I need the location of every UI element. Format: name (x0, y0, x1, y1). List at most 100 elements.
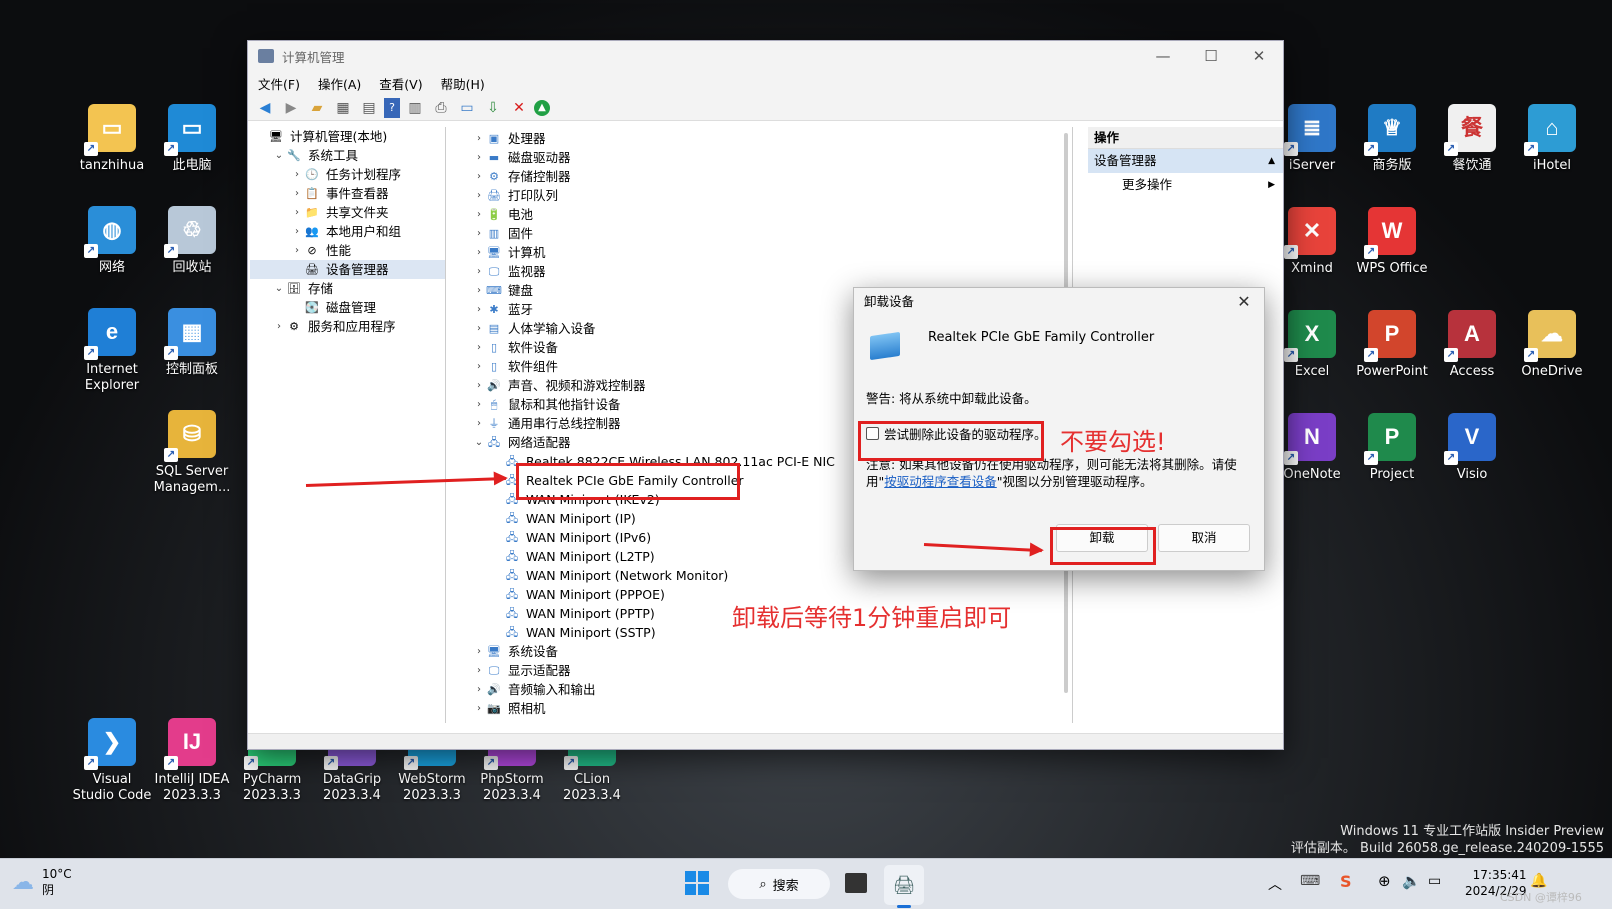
device-item-27[interactable]: › 🖥 系统设备 (448, 642, 1072, 661)
chevron-icon[interactable]: ⌄ (472, 433, 486, 452)
desktop-icon-left-2[interactable]: ◍ ↗ 网络 (70, 206, 154, 276)
desktop-icon-left-0[interactable]: ▭ ↗ tanzhihua (70, 104, 154, 174)
start-icon[interactable] (685, 871, 709, 895)
chevron-icon[interactable]: ⌄ (272, 146, 286, 165)
chevron-icon[interactable]: › (290, 222, 304, 241)
network-icon[interactable]: ⊕ (1378, 872, 1391, 890)
device-item-3[interactable]: › 🖨 打印队列 (448, 186, 1072, 205)
minimize-icon[interactable]: — (1139, 47, 1187, 65)
device-item-30[interactable]: › 📷 照相机 (448, 699, 1072, 718)
chevron-icon[interactable]: › (472, 338, 486, 357)
device-item-2[interactable]: › ⚙ 存储控制器 (448, 167, 1072, 186)
device-item-5[interactable]: › ▥ 固件 (448, 224, 1072, 243)
uninstall-button[interactable]: 卸载 (1056, 524, 1148, 552)
properties-icon[interactable]: ▤ (358, 98, 380, 118)
device-item-29[interactable]: › 🔊 音频输入和输出 (448, 680, 1072, 699)
desktop-icon-right-10[interactable]: A ↗ Access (1430, 310, 1514, 380)
more-actions-item[interactable]: 更多操作 ▶ (1088, 173, 1283, 197)
device-item-7[interactable]: › 🖵 监视器 (448, 262, 1072, 281)
maximize-icon[interactable]: ☐ (1187, 47, 1235, 65)
desktop-icon-bottom-1[interactable]: IJ ↗ IntelliJ IDEA 2023.3.3 (150, 718, 234, 804)
chevron-icon[interactable]: › (472, 642, 486, 661)
tree-item-1[interactable]: ⌄ 🔧 系统工具 (250, 146, 445, 165)
tree-item-2[interactable]: › 🕒 任务计划程序 (250, 165, 445, 184)
back-icon[interactable]: ◀ (254, 98, 276, 118)
desktop-icon-left-3[interactable]: ♲ ↗ 回收站 (150, 206, 234, 276)
tree-item-6[interactable]: › ⊘ 性能 (250, 241, 445, 260)
tree-item-9[interactable]: 💽 磁盘管理 (250, 298, 445, 317)
device-item-6[interactable]: › 🖥 计算机 (448, 243, 1072, 262)
update-driver-icon[interactable]: ⇩ (482, 98, 504, 118)
delete-driver-checkbox-row[interactable]: 尝试删除此设备的驱动程序。 (866, 424, 1047, 443)
chevron-icon[interactable]: › (472, 129, 486, 148)
notification-bell-icon[interactable]: 🔔 (1530, 873, 1547, 889)
chevron-icon[interactable]: › (472, 699, 486, 718)
tree-item-8[interactable]: ⌄ 🗄 存储 (250, 279, 445, 298)
desktop-icon-right-5[interactable]: W ↗ WPS Office (1350, 207, 1434, 277)
cancel-button[interactable]: 取消 (1158, 524, 1250, 552)
chevron-icon[interactable]: › (472, 167, 486, 186)
menu-file[interactable]: 文件(F) (258, 74, 300, 93)
device-item-0[interactable]: › ▣ 处理器 (448, 129, 1072, 148)
desktop-icon-right-1[interactable]: ♕ ↗ 商务版 (1350, 104, 1434, 174)
chevron-icon[interactable]: › (290, 241, 304, 260)
search-box[interactable]: ⌕ 搜索 (728, 869, 830, 899)
chevron-icon[interactable]: › (290, 203, 304, 222)
chevron-icon[interactable]: › (472, 357, 486, 376)
ime-icon[interactable]: ⌨ (1300, 873, 1320, 889)
tree-item-3[interactable]: › 📋 事件查看器 (250, 184, 445, 203)
chevron-icon[interactable]: › (472, 319, 486, 338)
sogou-icon[interactable]: S (1340, 872, 1352, 891)
chevron-icon[interactable]: › (472, 224, 486, 243)
desktop-icon-right-13[interactable]: P ↗ Project (1350, 413, 1434, 483)
device-item-4[interactable]: › 🔋 电池 (448, 205, 1072, 224)
actions-section-device-manager[interactable]: 设备管理器 ▲ (1088, 149, 1283, 173)
collapse-icon[interactable]: ▲ (1268, 149, 1275, 173)
task-view-icon[interactable] (845, 873, 867, 893)
chevron-up-icon[interactable]: ︿ (1268, 874, 1282, 894)
chevron-icon[interactable]: › (472, 205, 486, 224)
computer-management-taskbar-icon[interactable]: 🖨 (884, 865, 924, 905)
dialog-titlebar[interactable]: 卸载设备 ✕ (854, 288, 1264, 316)
desktop-icon-right-3[interactable]: ⌂ ↗ iHotel (1510, 104, 1594, 174)
view-by-driver-link[interactable]: 按驱动程序查看设备 (884, 474, 997, 489)
dialog-close-icon[interactable]: ✕ (1224, 288, 1264, 316)
chevron-icon[interactable]: › (472, 186, 486, 205)
menu-view[interactable]: 查看(V) (379, 74, 422, 93)
print-icon[interactable]: ⎙ (430, 98, 452, 118)
chevron-icon[interactable]: › (290, 184, 304, 203)
help-icon[interactable]: ? (384, 97, 400, 118)
tree-item-4[interactable]: › 📁 共享文件夹 (250, 203, 445, 222)
desktop-icon-left-6[interactable]: ⛁ ↗ SQL Server Managem... (150, 410, 234, 496)
chevron-icon[interactable]: › (472, 414, 486, 433)
desktop-icon-bottom-0[interactable]: ❯ ↗ Visual Studio Code (70, 718, 154, 804)
close-icon[interactable]: ✕ (1235, 47, 1283, 65)
desktop-icon-left-1[interactable]: ▭ ↗ 此电脑 (150, 104, 234, 174)
tree-item-0[interactable]: 🖥 计算机管理(本地) (250, 127, 445, 146)
device-item-28[interactable]: › 🖵 显示适配器 (448, 661, 1072, 680)
uninstall-icon[interactable]: ✕ (508, 98, 530, 118)
desktop-icon-right-9[interactable]: P ↗ PowerPoint (1350, 310, 1434, 380)
weather-widget[interactable]: ☁ 10°C 阴 (12, 866, 72, 898)
view-icon[interactable]: ▥ (404, 98, 426, 118)
horizontal-scrollbar[interactable] (248, 733, 1283, 749)
desktop-icon-right-11[interactable]: ☁ ↗ OneDrive (1510, 310, 1594, 380)
chevron-icon[interactable]: › (472, 395, 486, 414)
monitor-icon[interactable]: ▭ (456, 98, 478, 118)
chevron-icon[interactable]: › (472, 262, 486, 281)
chevron-icon[interactable]: › (272, 317, 286, 336)
device-item-1[interactable]: › ▬ 磁盘驱动器 (448, 148, 1072, 167)
window-titlebar[interactable]: 计算机管理 — ☐ ✕ (248, 41, 1283, 71)
tree-item-7[interactable]: 🖨 设备管理器 (250, 260, 445, 279)
volume-icon[interactable]: 🔈 (1402, 872, 1421, 890)
chevron-icon[interactable]: › (290, 165, 304, 184)
chevron-icon[interactable]: › (472, 661, 486, 680)
menu-action[interactable]: 操作(A) (318, 74, 361, 93)
show-console-tree-icon[interactable]: ▦ (332, 98, 354, 118)
chevron-icon[interactable]: › (472, 680, 486, 699)
up-folder-icon[interactable]: ▰ (306, 98, 328, 118)
chevron-icon[interactable]: ⌄ (272, 279, 286, 298)
chevron-icon[interactable]: › (472, 148, 486, 167)
delete-driver-checkbox[interactable] (866, 427, 879, 440)
chevron-icon[interactable]: › (472, 300, 486, 319)
